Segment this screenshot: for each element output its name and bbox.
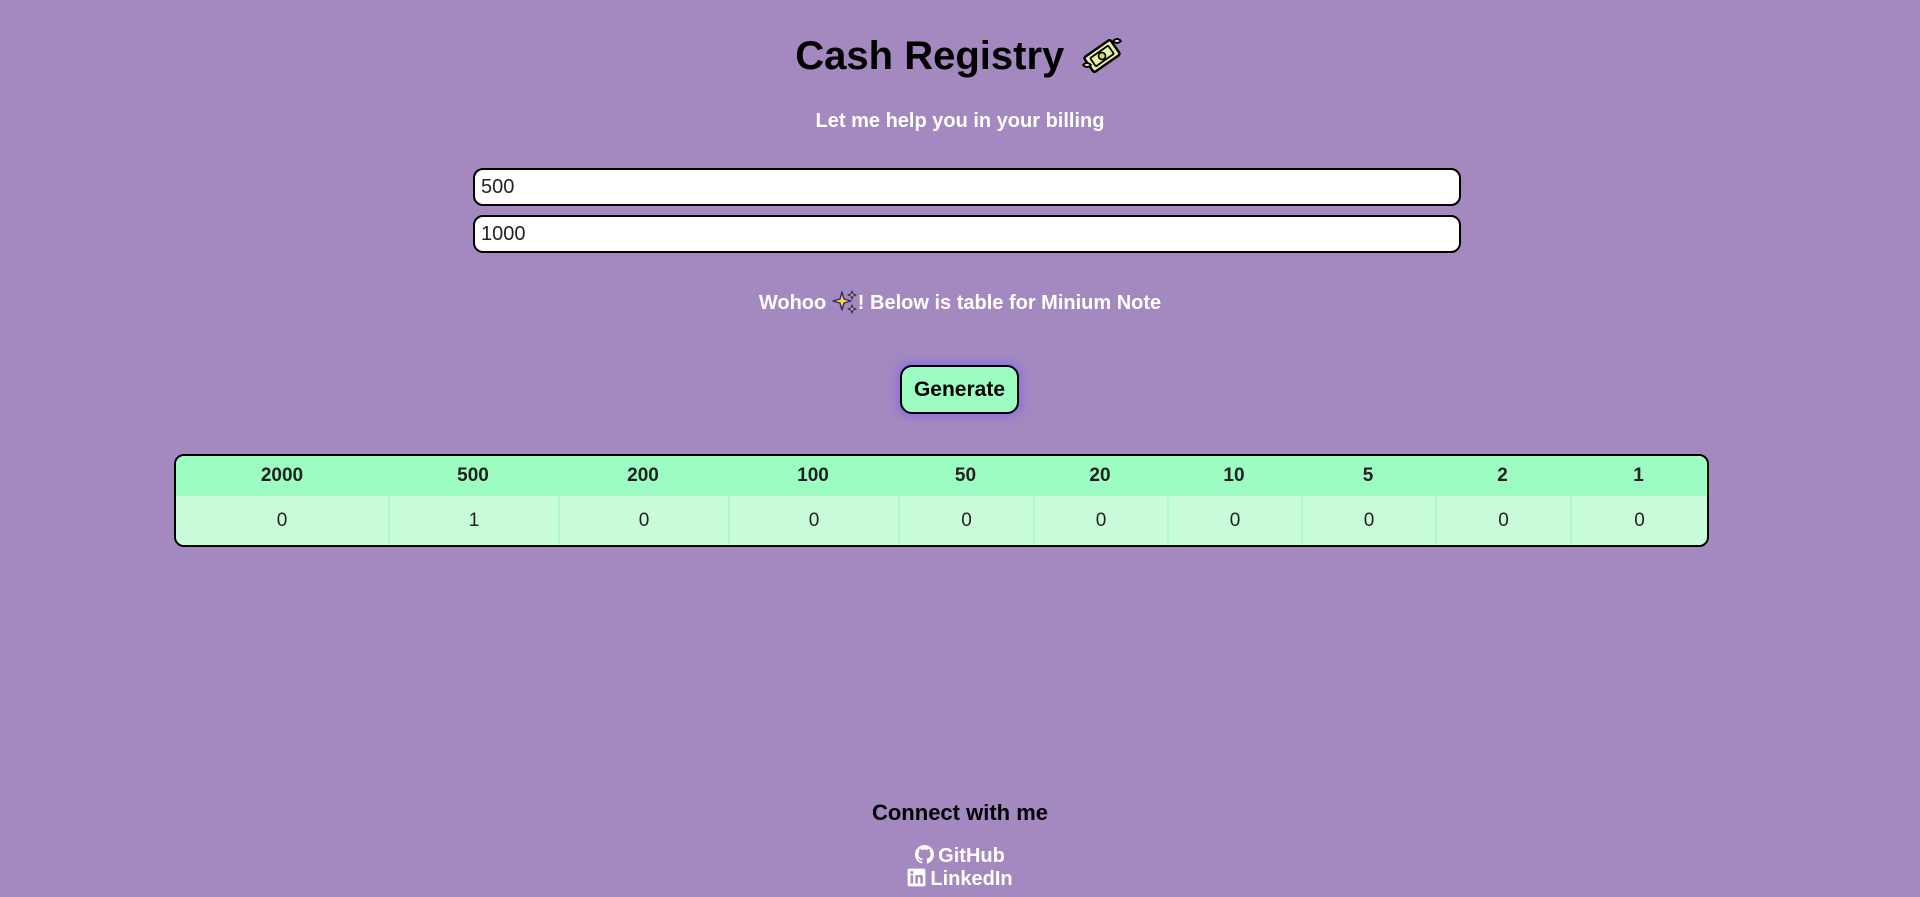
note-count: 0 (1435, 496, 1570, 545)
message-prefix: Wohoo (758, 292, 827, 314)
note-header: 5 (1301, 456, 1435, 496)
notes-header-row: 2000 500 200 100 50 20 10 5 2 1 (176, 456, 1707, 496)
note-header: 2000 (176, 456, 388, 496)
notes-table: 2000 500 200 100 50 20 10 5 2 1 0 1 0 0 … (174, 454, 1709, 547)
github-link[interactable]: GitHub (0, 845, 1920, 868)
linkedin-icon (907, 868, 926, 887)
note-header: 20 (1033, 456, 1167, 496)
page: Cash Registry Let me help you in your bi… (0, 0, 1920, 897)
generate-button[interactable]: Generate (900, 365, 1019, 414)
message-suffix: ! Below is table for Minium Note (857, 292, 1162, 314)
note-header: 200 (558, 456, 728, 496)
sparkles-icon (832, 289, 858, 315)
github-label: GitHub (938, 845, 1005, 867)
note-count: 0 (176, 496, 388, 545)
note-header: 1 (1570, 456, 1707, 496)
bill-amount-input[interactable] (473, 168, 1461, 206)
linkedin-link[interactable]: LinkedIn (0, 868, 1920, 891)
header: Cash Registry (0, 28, 1920, 84)
note-count: 0 (1033, 496, 1167, 545)
note-count: 0 (1167, 496, 1301, 545)
note-count: 0 (898, 496, 1033, 545)
note-header: 50 (898, 456, 1033, 496)
note-count: 0 (558, 496, 728, 545)
github-icon (915, 845, 935, 864)
note-count: 0 (1570, 496, 1707, 545)
subtitle: Let me help you in your billing (815, 110, 1105, 132)
note-header: 2 (1435, 456, 1570, 496)
footer-heading: Connect with me (871, 800, 1048, 825)
note-header: 100 (728, 456, 898, 496)
note-count: 0 (728, 496, 898, 545)
money-with-wings-icon (1079, 33, 1125, 79)
note-header: 500 (388, 456, 558, 496)
notes-count-row: 0 1 0 0 0 0 0 0 0 0 (176, 496, 1707, 545)
note-count: 0 (1301, 496, 1435, 545)
note-count: 1 (388, 496, 558, 545)
result-message: Wohoo ! Below is table for Minium Note (0, 289, 1920, 316)
note-header: 10 (1167, 456, 1301, 496)
cash-given-input[interactable] (473, 215, 1461, 253)
linkedin-label: LinkedIn (930, 868, 1013, 890)
page-title: Cash Registry (795, 34, 1065, 78)
